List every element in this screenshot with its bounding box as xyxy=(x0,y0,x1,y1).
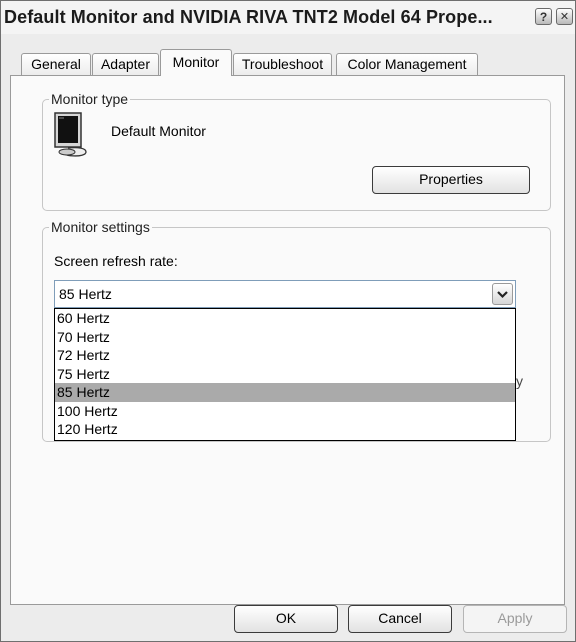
monitor-type-group: Monitor type xyxy=(42,91,551,211)
apply-button[interactable]: Apply xyxy=(463,605,567,633)
dropdown-arrow-button[interactable] xyxy=(492,283,513,305)
monitor-icon xyxy=(54,112,87,157)
close-icon[interactable]: ✕ xyxy=(556,8,573,25)
title-bar[interactable]: Default Monitor and NVIDIA RIVA TNT2 Mod… xyxy=(1,1,575,34)
tab-color-management[interactable]: Color Management xyxy=(336,53,478,75)
option-85-hertz[interactable]: 85 Hertz xyxy=(55,383,515,402)
chevron-down-icon xyxy=(497,291,508,299)
option-60-hertz[interactable]: 60 Hertz xyxy=(55,309,515,328)
cancel-button[interactable]: Cancel xyxy=(348,605,452,633)
tab-monitor[interactable]: Monitor xyxy=(160,49,232,76)
properties-dialog: Default Monitor and NVIDIA RIVA TNT2 Mod… xyxy=(0,0,576,642)
selected-rate: 85 Hertz xyxy=(59,286,112,302)
ok-button[interactable]: OK xyxy=(234,605,338,633)
monitor-settings-legend: Monitor settings xyxy=(49,219,152,235)
monitor-type-legend: Monitor type xyxy=(49,91,131,107)
monitor-name: Default Monitor xyxy=(111,123,206,139)
option-120-hertz[interactable]: 120 Hertz xyxy=(55,420,515,439)
properties-button[interactable]: Properties xyxy=(372,166,530,194)
refresh-rate-label: Screen refresh rate: xyxy=(54,253,178,269)
tab-troubleshoot[interactable]: Troubleshoot xyxy=(233,53,332,75)
obscured-text-fragment: y xyxy=(516,373,523,389)
option-75-hertz[interactable]: 75 Hertz xyxy=(55,365,515,384)
option-100-hertz[interactable]: 100 Hertz xyxy=(55,402,515,421)
help-icon[interactable]: ? xyxy=(535,8,552,25)
tab-general[interactable]: General xyxy=(21,53,91,75)
refresh-rate-dropdown-list[interactable]: 60 Hertz 70 Hertz 72 Hertz 75 Hertz 85 H… xyxy=(54,308,516,441)
refresh-rate-select[interactable]: 85 Hertz xyxy=(54,280,516,308)
window-title: Default Monitor and NVIDIA RIVA TNT2 Mod… xyxy=(4,7,493,27)
option-72-hertz[interactable]: 72 Hertz xyxy=(55,346,515,365)
tab-adapter[interactable]: Adapter xyxy=(92,53,159,75)
option-70-hertz[interactable]: 70 Hertz xyxy=(55,328,515,347)
